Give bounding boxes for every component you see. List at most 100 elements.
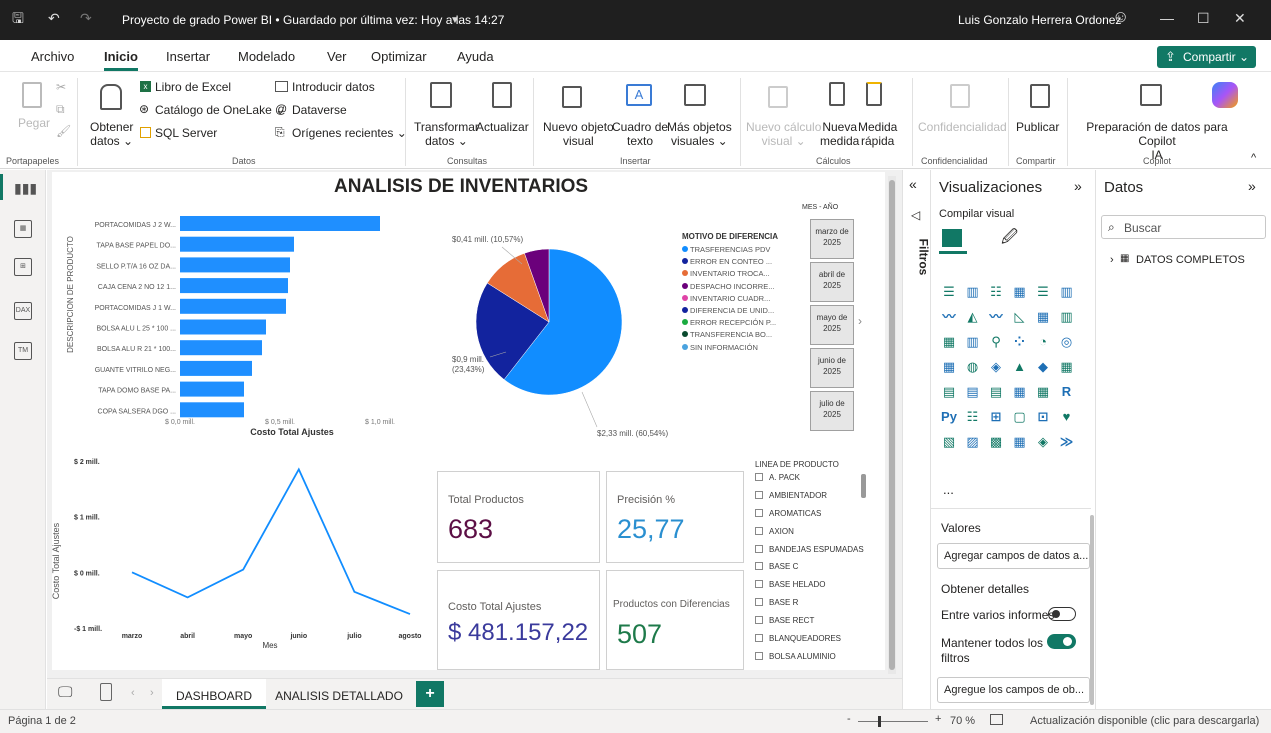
zoom-slider[interactable] (858, 716, 928, 727)
slicer-linea-item[interactable]: BASE HELADO (755, 580, 875, 598)
visual-type-icon[interactable]: 〰 (941, 309, 957, 325)
menu-ayuda[interactable]: Ayuda (457, 49, 494, 64)
pie-legend-item[interactable]: INVENTARIO CUADR... (682, 294, 778, 306)
refresh-button[interactable]: Actualizar (476, 120, 529, 134)
values-well[interactable]: Agregar campos de datos a... (937, 543, 1090, 569)
visual-calc-button[interactable]: Nuevo cálculo visual ⌄ (746, 120, 821, 148)
line-chart[interactable]: $ 2 mill. $ 1 mill. $ 0 mill. -$ 1 mill. mar… (52, 450, 437, 670)
visual-type-icon[interactable]: ◔ (1035, 334, 1051, 350)
zoom-in-icon[interactable]: + (935, 713, 941, 725)
visual-type-icon[interactable]: ▨ (965, 434, 981, 450)
checkbox[interactable] (755, 490, 763, 499)
checkbox[interactable] (755, 634, 763, 643)
visual-type-icon[interactable]: ⊞ (988, 409, 1004, 425)
onelake-button[interactable]: Catálogo de OneLake ⌄ (155, 103, 285, 117)
pie-legend-item[interactable]: DESPACHO INCORRE... (682, 282, 778, 294)
visual-type-icon[interactable]: ▧ (941, 434, 957, 450)
more-visuals-button[interactable]: Más objetos visuales ⌄ (667, 120, 732, 148)
bar-chart[interactable]: PORTACOMIDAS J 2 W... TAPA BASE PAPEL DO.… (52, 202, 442, 442)
slicer-mes-item[interactable]: junio de 2025 (810, 348, 854, 388)
visual-type-icon[interactable]: ☷ (965, 409, 981, 425)
cross-report-toggle[interactable] (1048, 607, 1076, 621)
menu-modelado[interactable]: Modelado (238, 49, 295, 64)
keep-filters-toggle[interactable] (1047, 634, 1076, 649)
new-measure-button[interactable]: Nueva medida (820, 120, 859, 148)
checkbox[interactable] (755, 562, 763, 571)
slicer-linea-item[interactable]: AMBIENTADOR (755, 490, 875, 509)
slicer-linea-item[interactable]: BANDEJAS ESPUMADAS (755, 544, 875, 563)
pie-legend-item[interactable]: SIN INFORMACIÓN (682, 343, 778, 355)
checkbox[interactable] (755, 616, 763, 625)
quick-measure-button[interactable]: Medida rápida (858, 120, 897, 148)
filters-pane-collapsed[interactable]: « ◁ Filtros (902, 170, 930, 709)
copilot-icon[interactable] (1212, 82, 1238, 108)
table-view-icon[interactable]: ▦ (14, 220, 32, 238)
format-visual-icon[interactable]: 🖉 (1001, 226, 1018, 253)
slicer-mes-item[interactable]: abril de 2025 (810, 262, 854, 302)
model-view-icon[interactable]: ⊞ (14, 258, 32, 276)
menu-optimizar[interactable]: Optimizar (371, 49, 427, 64)
visual-type-icon[interactable]: ▤ (965, 384, 981, 400)
visual-type-icon[interactable]: ☰ (941, 284, 957, 300)
visual-type-icon[interactable]: ▲ (1012, 359, 1028, 375)
sensitivity-button[interactable]: Confidencialidad (918, 120, 1007, 134)
card-productos-diferencias[interactable]: Productos con Diferencias 507 (606, 570, 744, 670)
visual-type-icon[interactable]: ◈ (988, 359, 1004, 375)
visual-type-icon[interactable]: ▦ (1012, 434, 1028, 450)
checkbox[interactable] (755, 651, 763, 660)
visual-type-icon[interactable]: ▦ (1059, 359, 1075, 375)
format-painter-icon[interactable]: 🖌 (56, 124, 71, 138)
visual-type-icon[interactable]: ▦ (941, 334, 957, 350)
card-precision[interactable]: Precisión % 25,77 (606, 471, 744, 563)
slicer-mes-item[interactable]: marzo de 2025 (810, 219, 854, 259)
collapse-ribbon-icon[interactable]: ^ (1251, 152, 1256, 164)
slicer-mes-item[interactable]: julio de 2025 (810, 391, 854, 431)
account-icon[interactable]: ☺ (1112, 8, 1129, 25)
slicer-linea-item[interactable]: BLANQUEADORES (755, 634, 875, 652)
slicer-linea-item[interactable]: AROMATICAS (755, 508, 875, 527)
checkbox[interactable] (755, 526, 763, 535)
canvas-scrollbar[interactable] (888, 176, 896, 674)
new-visual-button[interactable]: Nuevo objeto visual (543, 120, 614, 148)
slicer-linea-item[interactable]: BASE RECT (755, 616, 875, 634)
menu-inicio[interactable]: Inicio (104, 49, 138, 71)
visual-type-icon[interactable]: ≫ (1059, 434, 1075, 450)
visual-type-icon[interactable]: ▦ (1012, 284, 1028, 300)
slicer-linea-item[interactable]: A. PACK (755, 473, 875, 491)
visual-type-icon[interactable]: ▤ (941, 384, 957, 400)
slicer-linea-item[interactable]: BASE R (755, 598, 875, 616)
enter-data-button[interactable]: Introducir datos (292, 80, 375, 94)
copy-icon[interactable]: ⧉ (56, 102, 65, 117)
pie-legend-item[interactable]: TRASFERENCIAS PDV (682, 245, 778, 257)
collapse-viz-icon[interactable]: » (1074, 178, 1082, 194)
checkbox[interactable] (755, 544, 763, 553)
add-page-button[interactable]: + (416, 681, 444, 707)
visual-type-icon[interactable]: ▥ (1059, 309, 1075, 325)
checkbox[interactable] (755, 508, 763, 517)
visual-type-icon[interactable]: ▢ (1012, 409, 1028, 425)
more-visuals-dots[interactable]: ... (943, 482, 954, 497)
user-name[interactable]: Luis Gonzalo Herrera Ordonez (958, 13, 1121, 27)
report-view-icon[interactable]: ▮▮▮ (14, 180, 37, 198)
close-icon[interactable]: ✕ (1234, 11, 1246, 25)
data-search-box[interactable]: ⌕ Buscar (1101, 215, 1266, 239)
fit-page-icon[interactable] (990, 714, 1003, 725)
visual-type-icon[interactable]: ⁘ (1012, 334, 1028, 350)
pie-legend-item[interactable]: TRANSFERENCIA BO... (682, 330, 778, 342)
expand-table-icon[interactable]: › (1110, 254, 1114, 266)
visual-type-icon[interactable]: ⚲ (988, 334, 1004, 350)
slicer-linea-item[interactable]: BOLSA ALUMINIO (755, 651, 875, 670)
undo-icon[interactable]: ↶ (48, 11, 60, 25)
pie-legend-item[interactable]: DIFERENCIA DE UNID... (682, 306, 778, 318)
visual-type-icon[interactable]: ◆ (1035, 359, 1051, 375)
recent-sources-button[interactable]: Orígenes recientes ⌄ (292, 126, 407, 140)
visual-type-icon[interactable]: ☷ (988, 284, 1004, 300)
visual-type-icon[interactable]: ◍ (965, 359, 981, 375)
visual-type-icon[interactable]: Py (941, 409, 957, 425)
tab-dashboard[interactable]: DASHBOARD (162, 679, 266, 709)
menu-ver[interactable]: Ver (327, 49, 347, 64)
visual-type-icon[interactable]: ▤ (988, 384, 1004, 400)
zoom-level[interactable]: 70 % (950, 715, 975, 727)
publish-button[interactable]: Publicar (1016, 120, 1059, 134)
slicer-linea-item[interactable]: AXION (755, 526, 875, 545)
